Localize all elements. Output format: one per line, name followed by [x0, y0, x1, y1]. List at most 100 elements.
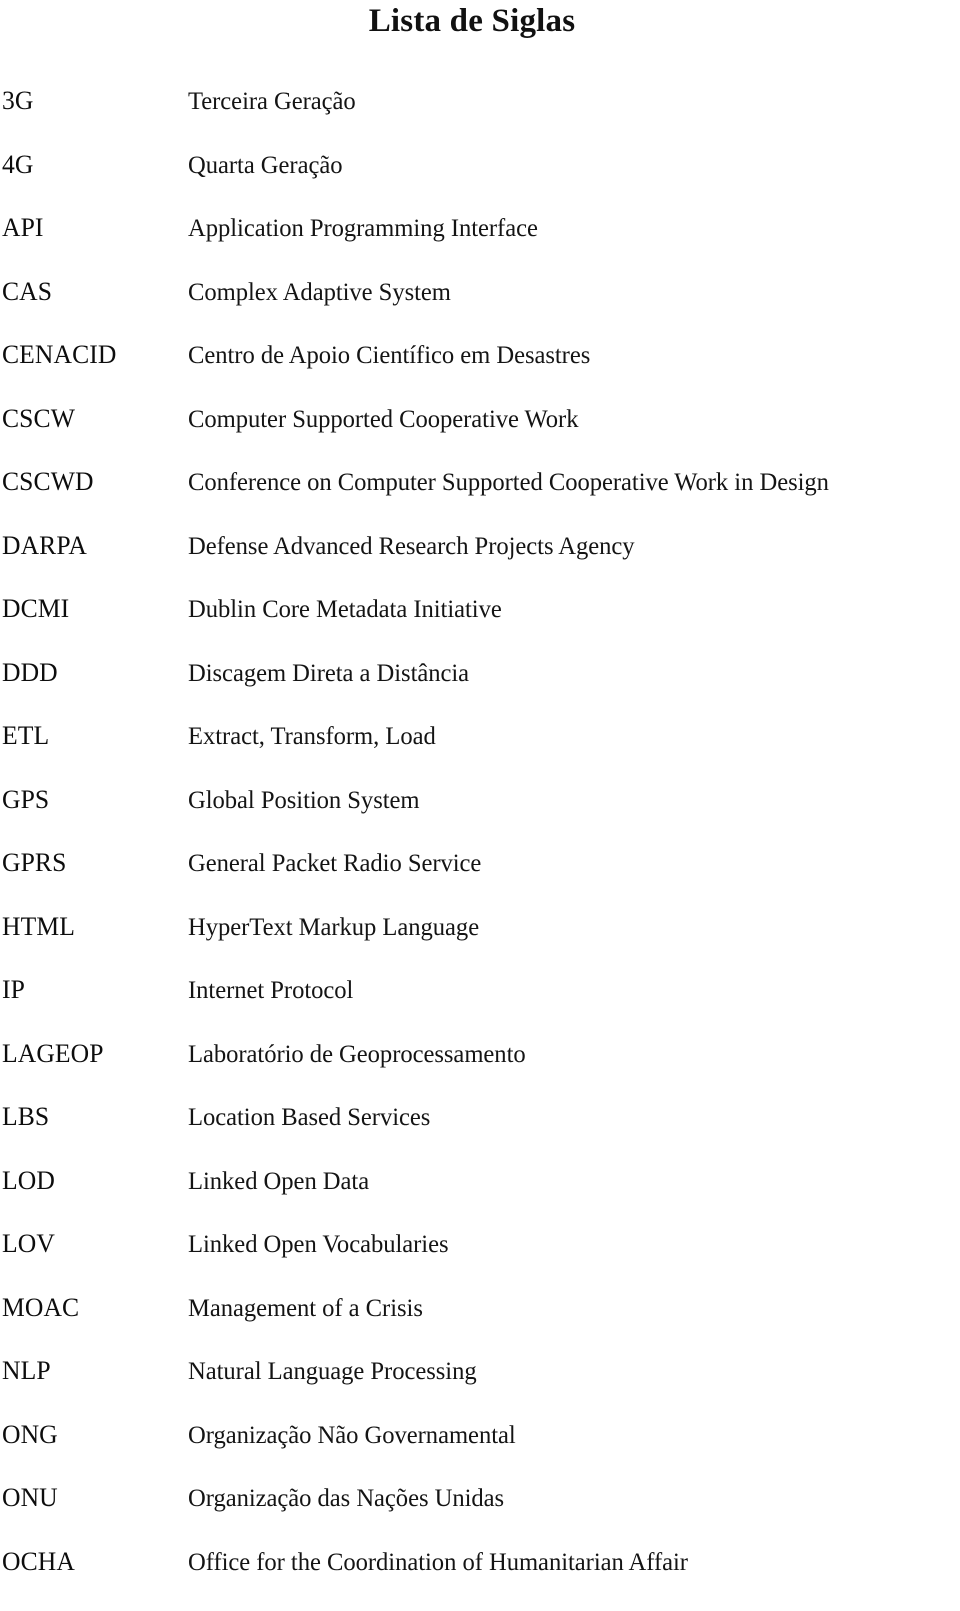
acronym-row: GPS Global Position System: [0, 785, 960, 849]
acronym-definition: HyperText Markup Language: [188, 913, 958, 943]
acronym-term: LAGEOP: [2, 1039, 182, 1069]
acronym-definition-text: Computer Supported Cooperative Work: [188, 405, 579, 433]
acronym-term: ONU: [2, 1483, 182, 1513]
acronym-term-text: DCMI: [2, 594, 70, 623]
acronym-term: DCMI: [2, 594, 182, 624]
acronym-definition: Complex Adaptive System: [188, 278, 958, 308]
acronym-row: CENACID Centro de Apoio Científico em Des…: [0, 340, 960, 404]
acronym-row: GPRS General Packet Radio Service: [0, 848, 960, 912]
acronym-term-text: CENACID: [2, 340, 117, 369]
acronym-term-text: LOV: [2, 1229, 55, 1258]
acronym-term-text: CSCWD: [2, 467, 94, 496]
acronym-term-text: IP: [2, 975, 25, 1004]
acronym-definition-text: Application Programming Interface: [188, 215, 538, 242]
acronym-definition-text: Laboratório de Geoprocessamento: [188, 1040, 526, 1068]
acronym-term-text: ONU: [2, 1483, 58, 1512]
acronym-definition-text: Discagem Direta a Distância: [188, 659, 470, 687]
acronym-term: GPS: [2, 785, 182, 815]
acronym-term-text: CSCW: [2, 403, 75, 433]
acronym-term: ONG: [2, 1420, 182, 1450]
acronym-row: 4G Quarta Geração: [0, 150, 960, 214]
acronym-term-text: ONG: [2, 1419, 58, 1449]
acronym-row: CSCW Computer Supported Cooperative Work: [0, 404, 960, 468]
acronym-term: API: [2, 213, 182, 243]
acronym-term: CSCWD: [2, 467, 182, 497]
acronym-row: CAS Complex Adaptive System: [0, 277, 960, 341]
acronym-term: 3G: [2, 86, 182, 116]
acronym-term: LOD: [2, 1166, 182, 1196]
acronym-row: IP Internet Protocol: [0, 975, 960, 1039]
acronym-term: MOAC: [2, 1293, 182, 1323]
acronym-row: OCHA Office for the Coordination of Human…: [0, 1547, 960, 1611]
acronym-definition-text: Office for the Coordination of Humanitar…: [188, 1548, 688, 1576]
acronym-definition-text: Dublin Core Metadata Initiative: [188, 596, 502, 623]
acronym-row: ETL Extract, Transform, Load: [0, 721, 960, 785]
acronym-definition: Management of a Crisis: [188, 1294, 958, 1324]
acronym-term-text: CAS: [2, 276, 53, 306]
acronym-term: GPRS: [2, 848, 182, 878]
acronym-row: ONG Organização Não Governamental: [0, 1420, 960, 1484]
acronym-row: CSCWD Conference on Computer Supported Co…: [0, 467, 960, 531]
page-title: Lista de Siglas: [368, 3, 576, 39]
acronym-definition: General Packet Radio Service: [188, 849, 958, 879]
acronym-definition: Linked Open Data: [188, 1167, 958, 1197]
acronym-list: 3G Terceira Geração 4G Quarta Geração API App…: [0, 86, 960, 1610]
acronym-definition: Extract, Transform, Load: [188, 722, 958, 752]
acronym-definition: Natural Language Processing: [188, 1357, 958, 1387]
acronym-row: LAGEOP Laboratório de Geoprocessamento: [0, 1039, 960, 1103]
acronym-definition-text: Linked Open Vocabularies: [188, 1231, 449, 1258]
acronym-term-text: GPRS: [2, 848, 67, 877]
acronym-term: HTML: [2, 912, 182, 942]
acronym-row: 3G Terceira Geração: [0, 86, 960, 150]
acronym-term: DARPA: [2, 531, 182, 561]
acronym-definition-text: Centro de Apoio Científico em Desastres: [188, 342, 591, 369]
acronym-definition: Quarta Geração: [188, 151, 958, 181]
acronym-row: LOV Linked Open Vocabularies: [0, 1229, 960, 1293]
acronym-definition-text: Location Based Services: [188, 1104, 431, 1131]
acronym-definition: Computer Supported Cooperative Work: [188, 405, 958, 435]
acronym-term: CENACID: [2, 340, 182, 370]
acronym-definition-text: Management of a Crisis: [188, 1294, 423, 1322]
acronym-term-text: DARPA: [2, 530, 87, 560]
acronym-term: DDD: [2, 658, 182, 688]
acronym-term-text: GPS: [2, 784, 50, 814]
acronym-row: MOAC Management of a Crisis: [0, 1293, 960, 1357]
acronym-definition: Laboratório de Geoprocessamento: [188, 1040, 958, 1070]
acronym-definition-text: Extract, Transform, Load: [188, 723, 436, 750]
acronym-term-text: 4G: [2, 149, 34, 179]
acronym-row: DARPA Defense Advanced Research Projects …: [0, 531, 960, 595]
acronym-definition: Terceira Geração: [188, 87, 958, 117]
acronym-term-text: ETL: [2, 721, 50, 750]
document-page: Lista de Siglas 3G Terceira Geração 4G Quar…: [0, 0, 960, 1611]
acronym-row: NLP Natural Language Processing: [0, 1356, 960, 1420]
acronym-row: LOD Linked Open Data: [0, 1166, 960, 1230]
acronym-definition: Organização Não Governamental: [188, 1421, 958, 1451]
acronym-definition: Defense Advanced Research Projects Agenc…: [188, 532, 958, 562]
acronym-definition-text: Internet Protocol: [188, 977, 354, 1004]
acronym-row: ONU Organização das Nações Unidas: [0, 1483, 960, 1547]
acronym-term: IP: [2, 975, 182, 1005]
acronym-row: DDD Discagem Direta a Distância: [0, 658, 960, 722]
acronym-definition-text: Linked Open Data: [188, 1167, 370, 1195]
acronym-definition-text: Quarta Geração: [188, 151, 343, 179]
acronym-definition-text: Organização Não Governamental: [188, 1421, 516, 1449]
acronym-term-text: MOAC: [2, 1292, 80, 1322]
acronym-row: API Application Programming Interface: [0, 213, 960, 277]
acronym-definition: Internet Protocol: [188, 976, 958, 1006]
acronym-definition: Centro de Apoio Científico em Desastres: [188, 341, 958, 371]
acronym-definition-text: Conference on Computer Supported Coopera…: [188, 469, 829, 496]
acronym-term-text: 3G: [2, 86, 34, 115]
acronym-definition: Dublin Core Metadata Initiative: [188, 595, 958, 625]
acronym-definition-text: Natural Language Processing: [188, 1358, 477, 1385]
acronym-term: NLP: [2, 1356, 182, 1386]
acronym-definition-text: Defense Advanced Research Projects Agenc…: [188, 532, 635, 560]
acronym-row: LBS Location Based Services: [0, 1102, 960, 1166]
acronym-term: 4G: [2, 150, 182, 180]
acronym-term-text: LOD: [2, 1165, 55, 1195]
acronym-definition: Office for the Coordination of Humanitar…: [188, 1548, 958, 1578]
acronym-definition-text: Complex Adaptive System: [188, 278, 451, 306]
acronym-term-text: HTML: [2, 911, 75, 941]
acronym-term-text: LBS: [2, 1102, 50, 1131]
acronym-definition: Conference on Computer Supported Coopera…: [188, 468, 958, 498]
acronym-definition: Global Position System: [188, 786, 958, 816]
